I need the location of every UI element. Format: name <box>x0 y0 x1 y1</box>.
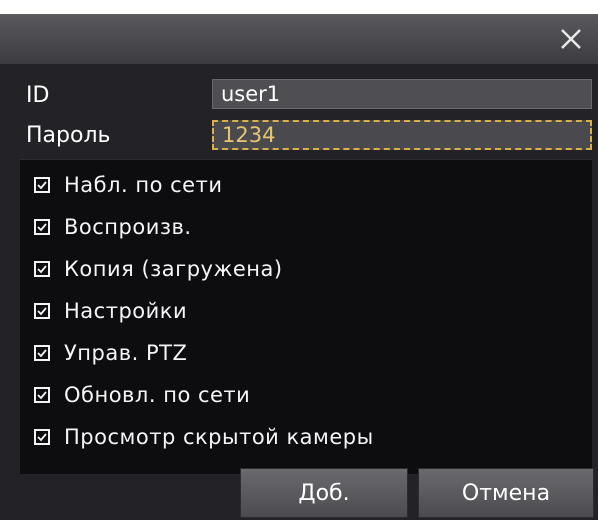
permission-label: Копия (загружена) <box>64 257 283 281</box>
permission-item-playback[interactable]: Воспроизв. <box>34 212 192 242</box>
checkbox-checked-icon <box>34 177 50 193</box>
permission-item-ptz-control[interactable]: Управ. PTZ <box>34 338 187 368</box>
checkbox-checked-icon <box>34 429 50 445</box>
id-input[interactable] <box>212 79 592 109</box>
permission-item-settings[interactable]: Настройки <box>34 296 187 326</box>
permission-item-hidden-camera[interactable]: Просмотр скрытой камеры <box>34 422 374 452</box>
add-button[interactable]: Доб. <box>240 468 408 518</box>
password-input[interactable] <box>212 120 592 150</box>
dialog-titlebar <box>0 14 598 64</box>
permission-item-network-update[interactable]: Обновл. по сети <box>34 380 250 410</box>
permission-label: Настройки <box>64 299 188 323</box>
user-settings-dialog: ID Пароль Набл. по сети Воспроизв. Копия… <box>0 14 598 520</box>
checkbox-checked-icon <box>34 345 50 361</box>
permission-label: Управ. PTZ <box>64 341 188 365</box>
id-label: ID <box>26 83 50 108</box>
close-button[interactable] <box>552 20 590 58</box>
permission-label: Обновл. по сети <box>64 383 251 407</box>
permission-item-network-view[interactable]: Набл. по сети <box>34 170 222 200</box>
password-label: Пароль <box>26 123 111 148</box>
cancel-button[interactable]: Отмена <box>418 468 594 518</box>
permission-item-backup[interactable]: Копия (загружена) <box>34 254 283 284</box>
permissions-panel: Набл. по сети Воспроизв. Копия (загружен… <box>20 159 592 474</box>
background-strip <box>0 0 598 14</box>
permission-label: Просмотр скрытой камеры <box>64 425 374 449</box>
checkbox-checked-icon <box>34 387 50 403</box>
permission-label: Набл. по сети <box>64 173 223 197</box>
close-icon <box>561 29 581 49</box>
permission-label: Воспроизв. <box>64 215 192 239</box>
checkbox-checked-icon <box>34 261 50 277</box>
checkbox-checked-icon <box>34 219 50 235</box>
checkbox-checked-icon <box>34 303 50 319</box>
